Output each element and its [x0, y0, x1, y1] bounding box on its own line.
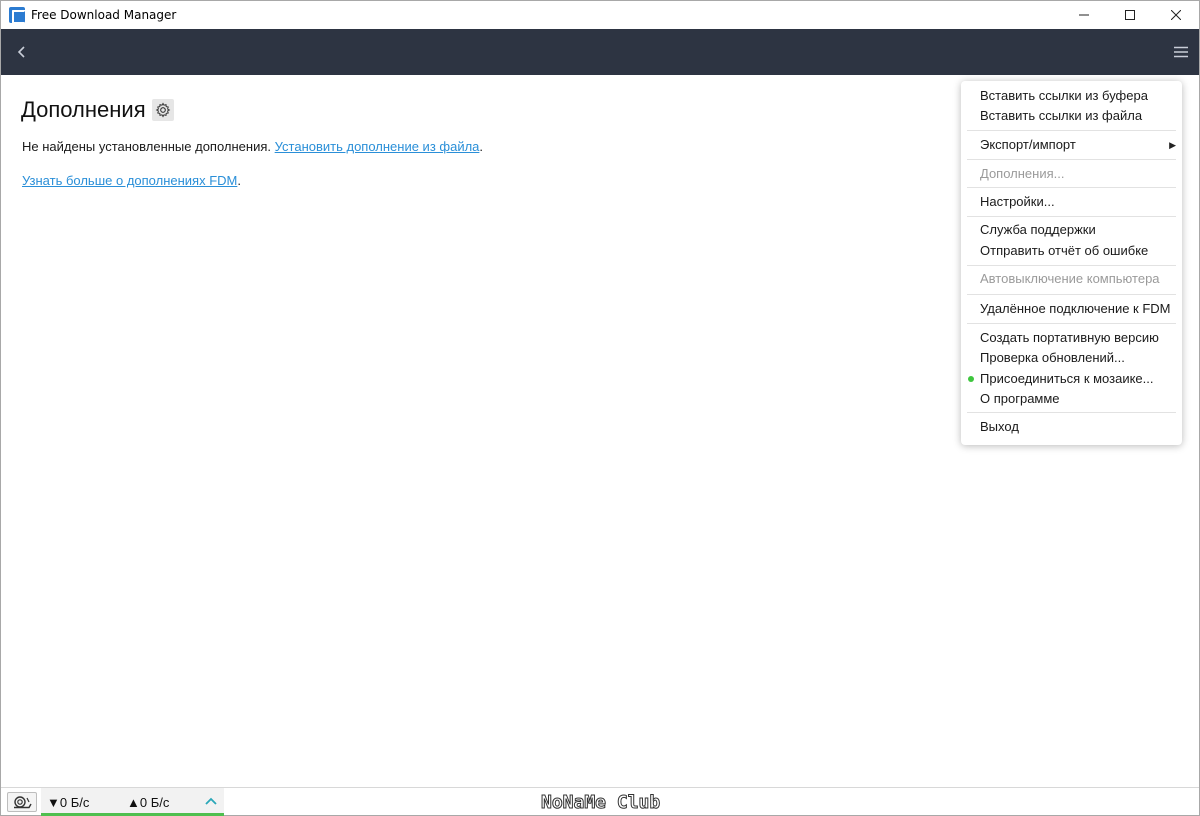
snail-icon: [14, 796, 32, 809]
speed-limit-button[interactable]: [7, 792, 37, 812]
hamburger-menu-icon: [1174, 46, 1188, 58]
menu-separator: [967, 294, 1176, 295]
no-addons-text: Не найдены установленные дополнения.: [22, 139, 272, 154]
top-toolbar: [1, 29, 1199, 75]
install-addon-link[interactable]: Установить дополнение из файла: [275, 139, 480, 154]
close-icon: [1171, 10, 1181, 20]
menu-item-settings[interactable]: Настройки...: [961, 192, 1182, 212]
no-addons-message: Не найдены установленные дополнения. Уст…: [22, 139, 483, 154]
maximize-button[interactable]: [1107, 1, 1153, 29]
main-menu-dropdown: Вставить ссылки из буфера Вставить ссылк…: [961, 81, 1182, 445]
addons-settings-button[interactable]: [151, 99, 174, 121]
submenu-arrow-icon: ▶: [1169, 140, 1176, 150]
menu-item-about[interactable]: О программе: [961, 389, 1182, 409]
gear-icon: [155, 102, 170, 118]
upload-speed: ▲0 Б/с: [127, 795, 170, 810]
install-link-suffix: .: [479, 139, 484, 154]
menu-item-paste-from-file[interactable]: Вставить ссылки из файла: [961, 106, 1182, 126]
menu-item-label: Присоединиться к мозаике...: [980, 371, 1154, 386]
maximize-icon: [1125, 10, 1135, 20]
menu-separator: [967, 265, 1176, 266]
page-title: Дополнения: [21, 97, 146, 122]
menu-separator: [967, 159, 1176, 160]
menu-item-export-import[interactable]: Экспорт/импорт ▶: [961, 135, 1182, 155]
minimize-icon: [1079, 14, 1089, 16]
menu-separator: [967, 412, 1176, 413]
window-controls: [1061, 1, 1199, 29]
menu-item-auto-shutdown: Автовыключение компьютера: [980, 271, 1160, 286]
learn-more-link[interactable]: Узнать больше о дополнениях FDM: [22, 173, 237, 188]
chevron-up-icon: [205, 797, 217, 805]
menu-item-addons: Дополнения...: [980, 166, 1065, 181]
back-button[interactable]: [11, 41, 33, 63]
app-window: Free Download Manager Дополнения Не найд…: [0, 0, 1200, 816]
menu-item-label: Экспорт/импорт: [980, 137, 1076, 152]
expand-traffic-button[interactable]: [204, 794, 218, 808]
status-bar: ▼0 Б/с ▲0 Б/с NoNaMe Club: [1, 787, 1199, 816]
menu-separator: [967, 323, 1176, 324]
menu-item-check-updates[interactable]: Проверка обновлений...: [961, 348, 1182, 368]
menu-item-send-bug-report[interactable]: Отправить отчёт об ошибке: [961, 241, 1182, 261]
menu-item-remote-connection[interactable]: Удалённое подключение к FDM: [961, 299, 1182, 319]
main-menu-button[interactable]: [1169, 41, 1193, 63]
menu-separator: [967, 130, 1176, 131]
close-button[interactable]: [1153, 1, 1199, 29]
page-header: Дополнения: [21, 97, 174, 123]
learn-link-suffix: .: [237, 173, 241, 188]
fdm-logo-icon: [9, 7, 26, 24]
menu-separator: [967, 187, 1176, 188]
title-bar[interactable]: Free Download Manager: [1, 1, 1199, 29]
learn-more-line: Узнать больше о дополнениях FDM.: [22, 173, 241, 188]
menu-item-join-mosaic[interactable]: Присоединиться к мозаике...: [961, 369, 1182, 389]
menu-item-paste-from-clipboard[interactable]: Вставить ссылки из буфера: [961, 86, 1182, 106]
watermark: NoNaMe Club: [540, 792, 661, 814]
menu-item-support[interactable]: Служба поддержки: [961, 220, 1182, 240]
window-title: Free Download Manager: [31, 8, 177, 22]
menu-item-exit[interactable]: Выход: [961, 417, 1182, 437]
traffic-indicator[interactable]: ▼0 Б/с ▲0 Б/с: [41, 788, 224, 816]
back-arrow-icon: [17, 46, 25, 58]
minimize-button[interactable]: [1061, 1, 1107, 29]
status-dot-icon: [968, 376, 974, 382]
download-speed: ▼0 Б/с: [47, 795, 90, 810]
menu-separator: [967, 216, 1176, 217]
menu-item-create-portable[interactable]: Создать портативную версию: [961, 328, 1182, 348]
